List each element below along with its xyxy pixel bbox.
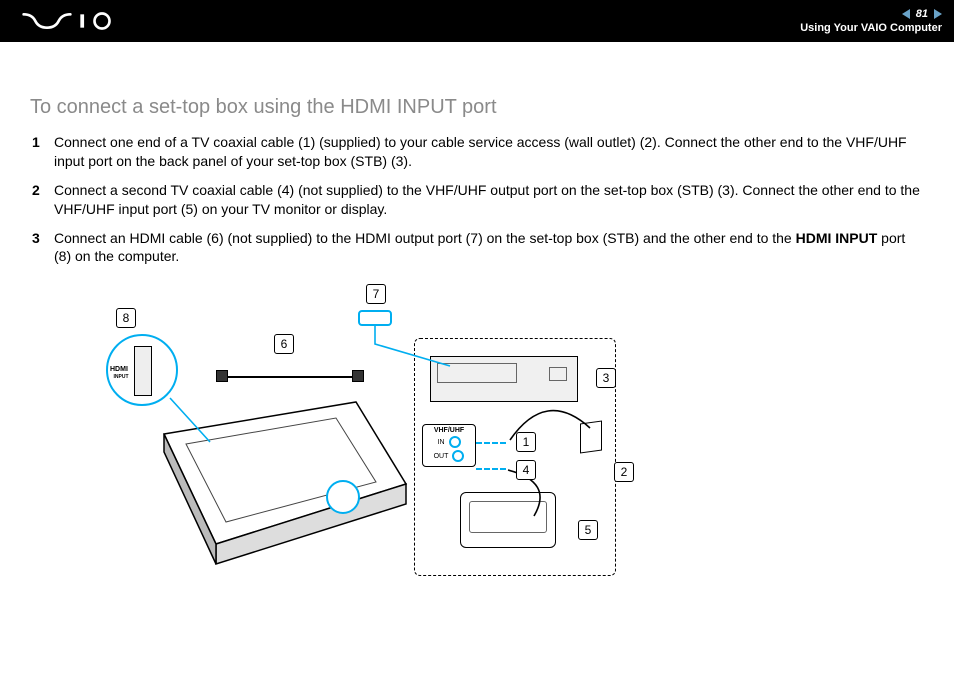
header-right: 81 Using Your VAIO Computer	[800, 8, 942, 34]
diagram-label-1: 1	[516, 432, 536, 452]
vhfuhf-out-label: OUT	[434, 453, 449, 460]
hdmi-cable	[224, 376, 354, 378]
step-text-bold: HDMI INPUT	[796, 230, 878, 246]
coax-out-icon	[452, 450, 464, 462]
diagram-label-3: 3	[596, 368, 616, 388]
steps-list: Connect one end of a TV coaxial cable (1…	[30, 133, 924, 266]
vhfuhf-detail: VHF/UHF IN OUT	[422, 424, 476, 467]
dashed-line-in	[476, 442, 506, 444]
hdmi-input-label: HDMI INPUT	[106, 364, 136, 380]
connection-diagram: VHF/UHF IN OUT	[116, 284, 686, 584]
step-text: Connect a second TV coaxial cable (4) (n…	[54, 182, 920, 217]
step-text-prefix: Connect an HDMI cable (6) (not supplied)…	[54, 230, 796, 246]
hdmi-plug-left	[216, 370, 228, 382]
page-number: 81	[916, 8, 928, 20]
section-label: Using Your VAIO Computer	[800, 22, 942, 34]
callout-line-7	[374, 324, 454, 374]
step-text: Connect one end of a TV coaxial cable (1…	[54, 134, 907, 169]
vhfuhf-title: VHF/UHF	[423, 427, 475, 434]
nav-next-icon[interactable]	[934, 9, 942, 19]
page-nav: 81	[902, 8, 942, 20]
header-bar: 81 Using Your VAIO Computer	[0, 0, 954, 42]
page-title: To connect a set-top box using the HDMI …	[30, 96, 924, 119]
diagram-label-8: 8	[116, 308, 136, 328]
nav-prev-icon[interactable]	[902, 9, 910, 19]
dashed-line-out	[476, 468, 506, 470]
step-item: Connect one end of a TV coaxial cable (1…	[30, 133, 924, 171]
vaio-logo-svg	[22, 11, 122, 31]
diagram-label-5: 5	[578, 520, 598, 540]
step-item: Connect a second TV coaxial cable (4) (n…	[30, 181, 924, 219]
diagram-label-6: 6	[274, 334, 294, 354]
hdmi-plug-right	[352, 370, 364, 382]
coax-in-icon	[449, 436, 461, 448]
step-item: Connect an HDMI cable (6) (not supplied)…	[30, 229, 924, 267]
diagram-label-4: 4	[516, 460, 536, 480]
content: To connect a set-top box using the HDMI …	[0, 42, 954, 584]
diagram-label-7: 7	[366, 284, 386, 304]
vaio-logo	[22, 11, 122, 31]
svg-text:HDMI: HDMI	[110, 366, 128, 372]
callout-line-8	[166, 394, 226, 454]
vhfuhf-in-label: IN	[438, 439, 445, 446]
diagram-label-2: 2	[614, 462, 634, 482]
